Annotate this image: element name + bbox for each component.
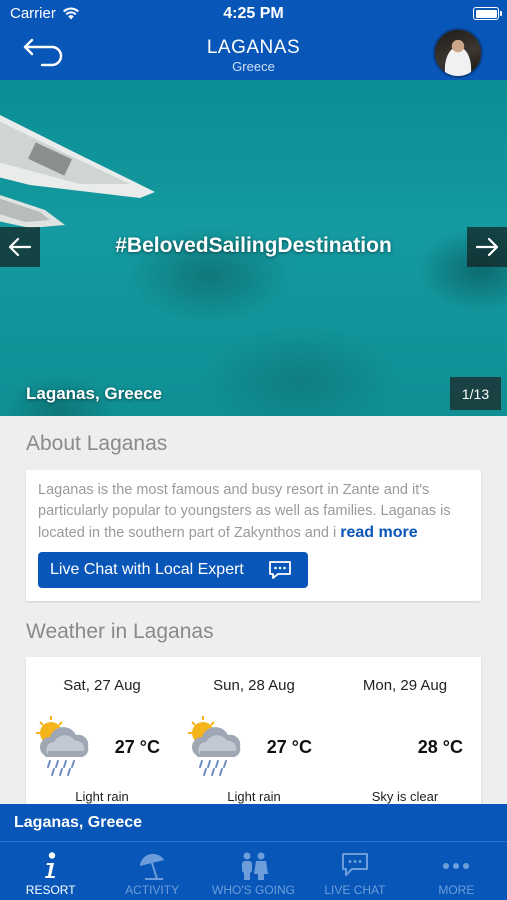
weather-date: Sun, 28 Aug	[213, 677, 295, 694]
tab-live-chat[interactable]: LIVE CHAT	[304, 842, 405, 900]
live-chat-expert-button[interactable]: Live Chat with Local Expert	[38, 552, 308, 588]
rain-cloud-sun-icon	[36, 716, 89, 776]
tab-more[interactable]: MORE	[406, 842, 507, 900]
tab-label: LIVE CHAT	[324, 883, 386, 897]
app-screen: Carrier 4:25 PM LAGANAS Greece #BelovedS…	[0, 0, 507, 900]
hero-hashtag: #BelovedSailingDestination	[115, 234, 392, 257]
weather-heading: Weather in Laganas	[26, 620, 214, 643]
tab-bar: RESORT ACTIVITY WHO'S GOING LIVE CHAT MO…	[0, 842, 507, 900]
info-icon	[44, 852, 55, 878]
about-heading: About Laganas	[26, 432, 168, 455]
weather-day: Sun, 28 Aug 27 °C Light rain	[178, 657, 330, 807]
page-title: LAGANAS	[206, 37, 301, 58]
weather-date: Sat, 27 Aug	[63, 677, 141, 694]
tab-label: RESORT	[25, 883, 76, 897]
tab-label: ACTIVITY	[125, 883, 180, 897]
tab-whos-going[interactable]: WHO'S GOING	[203, 842, 304, 900]
weather-date: Mon, 29 Aug	[362, 677, 448, 694]
weather-temp: 28 °C	[417, 737, 463, 757]
about-card: Laganas is the most famous and busy reso…	[26, 470, 481, 601]
chat-icon	[341, 853, 368, 876]
battery-icon	[473, 7, 502, 20]
header-bar: Carrier 4:25 PM LAGANAS Greece	[0, 0, 507, 80]
status-bar: Carrier 4:25 PM	[0, 0, 507, 28]
read-more-link[interactable]: read more	[340, 524, 417, 541]
weather-condition: Light rain	[75, 789, 129, 804]
weather-condition: Sky is clear	[371, 789, 439, 804]
location-bar[interactable]: Laganas, Greece	[0, 804, 507, 842]
sailboat-image	[0, 115, 155, 228]
umbrella-icon	[140, 853, 165, 880]
weather-temp: 27 °C	[114, 737, 160, 757]
clear-sky-icon	[337, 715, 397, 777]
weather-temp: 27 °C	[266, 737, 312, 757]
about-text: Laganas is the most famous and busy reso…	[38, 480, 468, 544]
rain-cloud-sun-icon	[188, 716, 241, 776]
hero-carousel[interactable]: #BelovedSailingDestination Laganas, Gree…	[0, 80, 507, 416]
tab-label: WHO'S GOING	[212, 883, 295, 897]
more-dots-icon	[443, 863, 470, 869]
people-icon	[241, 852, 268, 880]
avatar[interactable]	[433, 28, 483, 78]
weather-day: Sat, 27 Aug 27 °C Light rain	[26, 657, 178, 807]
tab-label: MORE	[438, 883, 475, 897]
tab-activity[interactable]: ACTIVITY	[101, 842, 202, 900]
weather-card: Sat, 27 Aug 27 °C Light rain Sun, 28 Aug…	[26, 657, 481, 817]
carousel-counter: 1/13	[450, 377, 501, 410]
weather-condition: Light rain	[227, 789, 281, 804]
page-subtitle: Greece	[232, 59, 275, 74]
hero-location: Laganas, Greece	[26, 384, 163, 403]
chat-bubble-icon	[269, 561, 291, 579]
weather-day: Mon, 29 Aug 28 °C Sky is clear	[329, 657, 481, 807]
status-time: 4:25 PM	[223, 5, 284, 22]
live-chat-expert-label: Live Chat with Local Expert	[50, 561, 244, 578]
tab-resort[interactable]: RESORT	[0, 842, 101, 900]
